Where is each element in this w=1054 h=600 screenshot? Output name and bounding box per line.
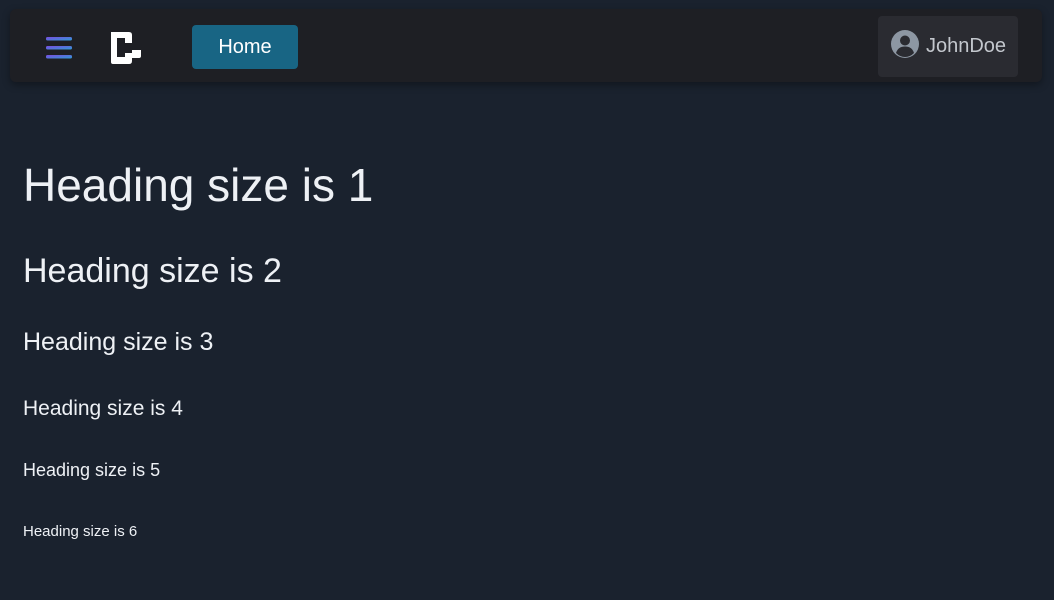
home-button[interactable]: Home [192,25,298,69]
user-account-button[interactable]: JohnDoe [878,16,1018,77]
heading-5: Heading size is 5 [23,460,161,480]
heading-4: Heading size is 4 [23,397,183,420]
app-logo[interactable] [105,27,145,67]
user-name: JohnDoe [925,35,1007,57]
top-navbar: Home JohnDoe [10,9,1042,82]
home-button-label: Home [218,35,272,58]
heading-3: Heading size is 3 [23,328,214,356]
hamburger-menu-icon[interactable] [40,31,78,65]
heading-1: Heading size is 1 [23,159,374,211]
user-circle-icon [890,29,920,64]
heading-6: Heading size is 6 [23,523,138,540]
heading-2: Heading size is 2 [23,252,282,290]
